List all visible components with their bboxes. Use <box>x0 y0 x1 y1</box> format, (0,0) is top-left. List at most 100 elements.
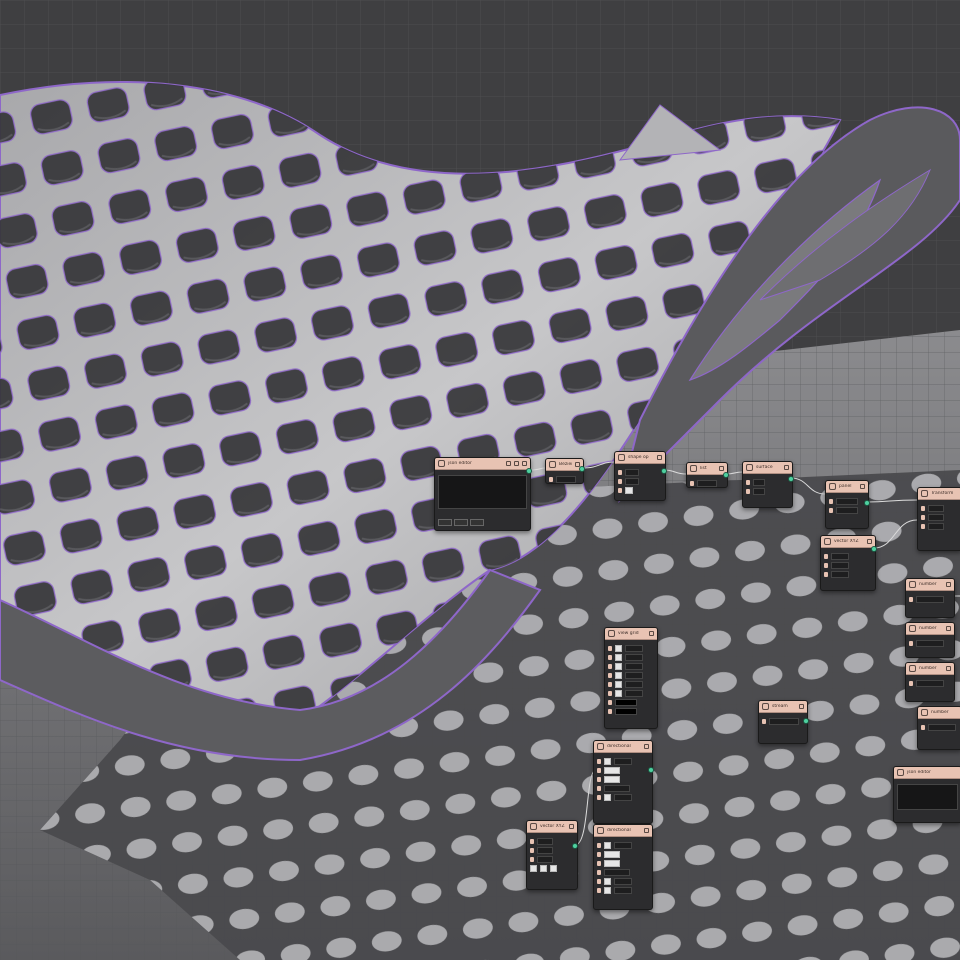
value-field[interactable] <box>753 488 765 495</box>
node-close-button[interactable] <box>946 582 951 587</box>
value-field[interactable] <box>625 654 643 661</box>
value-field[interactable] <box>604 869 630 876</box>
editor-action-button[interactable] <box>454 519 468 526</box>
input-swatch[interactable] <box>762 719 766 724</box>
output-port[interactable] <box>788 476 794 482</box>
input-swatch[interactable] <box>597 879 601 884</box>
value-field[interactable] <box>625 690 643 697</box>
node-list[interactable]: list <box>686 462 728 488</box>
value-field[interactable] <box>928 523 944 530</box>
input-swatch[interactable] <box>608 682 612 687</box>
checkbox[interactable] <box>615 645 622 652</box>
output-port[interactable] <box>648 767 654 773</box>
output-port[interactable] <box>871 546 877 552</box>
input-swatch[interactable] <box>618 488 622 493</box>
input-swatch[interactable] <box>597 861 601 866</box>
node-close-button[interactable] <box>799 704 804 709</box>
value-field[interactable] <box>836 507 858 514</box>
input-swatch[interactable] <box>909 641 913 646</box>
node-directional-light[interactable]: directional <box>593 740 653 824</box>
checkbox[interactable] <box>550 865 557 872</box>
input-swatch[interactable] <box>608 709 612 714</box>
value-field[interactable] <box>625 663 643 670</box>
checkbox[interactable] <box>604 878 611 885</box>
checkbox[interactable] <box>625 487 633 494</box>
color-swatch[interactable] <box>604 860 620 867</box>
output-port[interactable] <box>526 468 532 474</box>
input-swatch[interactable] <box>921 725 925 730</box>
input-swatch[interactable] <box>746 480 750 485</box>
input-swatch[interactable] <box>530 848 534 853</box>
node-close-button[interactable] <box>719 466 724 471</box>
input-swatch[interactable] <box>530 857 534 862</box>
input-swatch[interactable] <box>921 524 925 529</box>
number-field[interactable] <box>916 640 944 647</box>
output-port[interactable] <box>572 843 578 849</box>
value-field[interactable] <box>928 514 944 521</box>
z-field[interactable] <box>831 571 849 578</box>
node-close-button[interactable] <box>867 539 872 544</box>
node-json-editor[interactable]: json editor <box>893 766 960 823</box>
node-shape-op[interactable]: shape op <box>614 451 666 501</box>
node-number[interactable]: number <box>905 622 955 658</box>
node-close-button[interactable] <box>784 465 789 470</box>
value-field[interactable] <box>625 478 639 485</box>
node-stream[interactable]: stream <box>758 700 808 744</box>
number-field[interactable] <box>916 596 944 603</box>
input-swatch[interactable] <box>909 681 913 686</box>
editor-action-button[interactable] <box>470 519 484 526</box>
input-swatch[interactable] <box>608 646 612 651</box>
checkbox[interactable] <box>604 842 611 849</box>
input-swatch[interactable] <box>824 563 828 568</box>
node-menu-button[interactable] <box>506 461 511 466</box>
output-port[interactable] <box>803 718 809 724</box>
node-close-button[interactable] <box>649 631 654 636</box>
color-swatch[interactable] <box>604 851 620 858</box>
input-swatch[interactable] <box>597 795 601 800</box>
output-port[interactable] <box>579 466 585 472</box>
code-editor-area[interactable] <box>897 784 958 810</box>
checkbox[interactable] <box>615 690 622 697</box>
node-close-button[interactable] <box>644 828 649 833</box>
input-swatch[interactable] <box>824 572 828 577</box>
output-port[interactable] <box>864 500 870 506</box>
value-field[interactable] <box>556 476 576 483</box>
value-field[interactable] <box>614 758 632 765</box>
code-editor-area[interactable] <box>438 475 527 509</box>
node-close-button[interactable] <box>946 666 951 671</box>
value-field[interactable] <box>604 785 630 792</box>
y-field[interactable] <box>831 562 849 569</box>
node-transform[interactable]: Transform <box>917 487 960 551</box>
node-vector-xyz[interactable]: vector XYZ <box>820 535 876 591</box>
input-swatch[interactable] <box>608 673 612 678</box>
output-port[interactable] <box>723 472 729 478</box>
value-field[interactable] <box>697 480 717 487</box>
input-swatch[interactable] <box>597 759 601 764</box>
value-field[interactable] <box>625 672 643 679</box>
input-swatch[interactable] <box>618 479 622 484</box>
node-close-button[interactable] <box>522 461 527 466</box>
node-number[interactable]: number <box>917 706 960 750</box>
value-field[interactable] <box>625 645 643 652</box>
value-field[interactable] <box>625 469 639 476</box>
value-field[interactable] <box>928 505 944 512</box>
value-field[interactable] <box>753 479 765 486</box>
value-field[interactable] <box>614 878 632 885</box>
input-swatch[interactable] <box>608 700 612 705</box>
input-swatch[interactable] <box>597 768 601 773</box>
checkbox[interactable] <box>615 672 622 679</box>
value-field[interactable] <box>625 681 643 688</box>
checkbox[interactable] <box>604 794 611 801</box>
input-swatch[interactable] <box>608 655 612 660</box>
node-surface[interactable]: surface <box>742 461 793 508</box>
node-close-button[interactable] <box>657 455 662 460</box>
checkbox[interactable] <box>615 663 622 670</box>
input-swatch[interactable] <box>597 777 601 782</box>
value-field[interactable] <box>614 887 632 894</box>
color-field[interactable] <box>615 699 637 706</box>
input-swatch[interactable] <box>608 691 612 696</box>
input-swatch[interactable] <box>921 506 925 511</box>
value-field[interactable] <box>836 498 858 505</box>
input-swatch[interactable] <box>597 843 601 848</box>
input-swatch[interactable] <box>746 489 750 494</box>
